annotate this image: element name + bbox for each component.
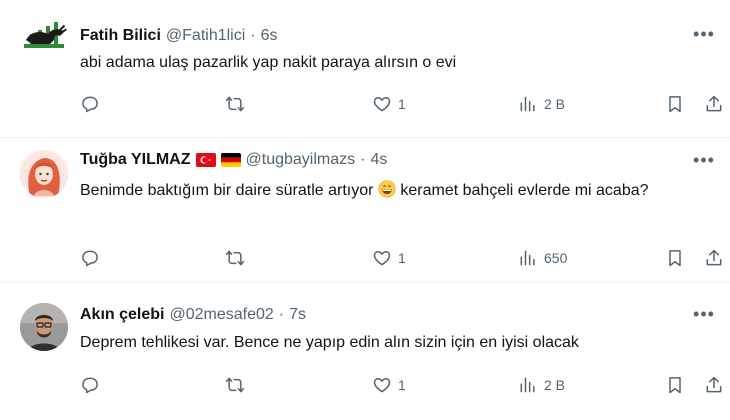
more-icon[interactable]: ••• <box>692 24 716 44</box>
separator-dot: · <box>250 27 256 44</box>
tweet-header: Akın çelebi @02mesafe02 · 7s <box>80 304 306 326</box>
turkey-flag-icon <box>195 153 216 167</box>
tweet-akin-celebi[interactable]: Akın çelebi @02mesafe02 · 7s ••• Deprem … <box>0 283 730 420</box>
views-count: 2 B <box>544 96 566 112</box>
avatar[interactable] <box>20 150 68 198</box>
bookmark-icon <box>669 377 681 394</box>
tweet-text-body: abi adama ulaş pazarlik yap nakit paraya… <box>80 54 457 71</box>
separator-dot: · <box>360 151 366 168</box>
bookmark-icon <box>669 96 681 113</box>
bookmark-button[interactable] <box>665 373 685 397</box>
reply-icon <box>82 377 98 394</box>
author-name[interactable]: Fatih Bilici <box>80 27 161 45</box>
timestamp[interactable]: 4s <box>370 151 387 169</box>
avatar[interactable] <box>20 303 68 351</box>
tweet-text: Deprem tehlikesi var. Bence ne yapıp edi… <box>80 330 700 355</box>
heart-icon <box>373 251 391 266</box>
timestamp[interactable]: 6s <box>261 27 278 45</box>
retweet-button[interactable] <box>225 373 245 397</box>
retweet-icon <box>225 250 245 266</box>
like-button[interactable]: 1 <box>372 92 406 116</box>
grinning-face-icon <box>378 180 396 198</box>
share-icon <box>706 376 722 393</box>
retweet-icon <box>225 96 245 112</box>
views-count: 650 <box>544 250 568 266</box>
reply-icon <box>82 250 98 267</box>
separator-dot: · <box>278 306 285 323</box>
action-bar: 1 2 B <box>80 92 730 116</box>
share-button[interactable] <box>704 92 724 116</box>
views-count: 2 B <box>544 377 566 393</box>
author-name[interactable]: Akın çelebi <box>80 306 164 324</box>
like-button[interactable]: 1 <box>372 373 406 397</box>
more-icon[interactable]: ••• <box>692 304 716 324</box>
action-bar: 1 650 <box>80 246 730 270</box>
reply-button[interactable] <box>80 373 100 397</box>
retweet-button[interactable] <box>225 246 245 270</box>
share-icon <box>706 95 722 112</box>
like-count: 1 <box>398 96 406 112</box>
tweet-text-body: Benimde baktığım bir daire süratle artıy… <box>80 182 374 199</box>
more-icon[interactable]: ••• <box>692 150 716 170</box>
views-button[interactable]: 2 B <box>518 92 565 116</box>
bookmark-icon <box>669 250 681 267</box>
reply-button[interactable] <box>80 246 100 270</box>
views-icon <box>520 377 535 393</box>
tweet-text: abi adama ulaş pazarlik yap nakit paraya… <box>80 50 700 75</box>
reply-button[interactable] <box>80 92 100 116</box>
views-icon <box>520 96 535 112</box>
action-bar: 1 2 B <box>80 373 730 397</box>
like-count: 1 <box>398 377 406 393</box>
views-button[interactable]: 2 B <box>518 373 565 397</box>
author-name[interactable]: Tuğba YILMAZ <box>80 151 191 169</box>
retweet-button[interactable] <box>225 92 245 116</box>
views-button[interactable]: 650 <box>518 246 567 270</box>
author-handle[interactable]: @02mesafe02 <box>169 306 273 324</box>
like-button[interactable]: 1 <box>372 246 406 270</box>
views-icon <box>520 250 535 266</box>
timestamp[interactable]: 7s <box>289 306 306 324</box>
share-icon <box>706 249 722 266</box>
author-handle[interactable]: @tugbayilmazs <box>246 151 356 169</box>
tweet-header: Fatih Bilici @Fatih1lici · 6s <box>80 25 278 47</box>
reply-feed: Fatih Bilici @Fatih1lici · 6s ••• abi ad… <box>0 0 730 420</box>
tweet-tugba-yilmaz[interactable]: Tuğba YILMAZ @tugbayilmazs · 4s ••• Beni… <box>0 138 730 283</box>
heart-icon <box>373 378 391 393</box>
tweet-text: Benimde baktığım bir daire süratle artıy… <box>80 178 700 203</box>
tweet-text-continued: keramet bahçeli evlerde mi acaba? <box>400 182 649 199</box>
like-count: 1 <box>398 250 406 266</box>
tweet-header: Tuğba YILMAZ @tugbayilmazs · 4s <box>80 149 387 171</box>
bookmark-button[interactable] <box>665 246 685 270</box>
retweet-icon <box>225 377 245 393</box>
germany-flag-icon <box>220 153 241 167</box>
tweet-text-body: Deprem tehlikesi var. Bence ne yapıp edi… <box>80 334 579 351</box>
share-button[interactable] <box>704 246 724 270</box>
tweet-fatih-bilici[interactable]: Fatih Bilici @Fatih1lici · 6s ••• abi ad… <box>0 0 730 138</box>
share-button[interactable] <box>704 373 724 397</box>
heart-icon <box>373 97 391 112</box>
bookmark-button[interactable] <box>665 92 685 116</box>
author-handle[interactable]: @Fatih1lici <box>166 27 245 45</box>
reply-icon <box>82 96 98 113</box>
avatar[interactable] <box>20 14 68 62</box>
